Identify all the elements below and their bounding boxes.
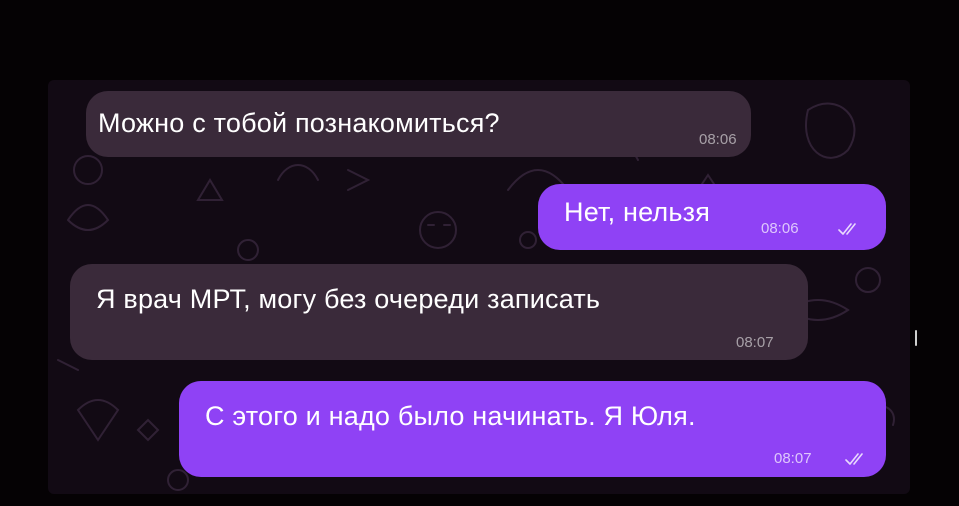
message-text: Я врач МРТ, могу без очереди записать (96, 284, 601, 314)
message-text: Можно с тобой познакомиться? (98, 108, 500, 138)
message-bubble-outgoing[interactable]: Нет, нельзя 08:06 (538, 184, 886, 250)
message-time: 08:07 (774, 450, 812, 467)
message-time: 08:06 (761, 220, 799, 237)
message-text: С этого и надо было начинать. Я Юля. (205, 401, 696, 431)
chat-area[interactable]: Можно с тобой познакомиться? 08:06 Нет, … (48, 80, 910, 494)
message-bubble-outgoing[interactable]: С этого и надо было начинать. Я Юля. 08:… (179, 381, 886, 477)
message-bubble-incoming[interactable]: Я врач МРТ, могу без очереди записать 08… (70, 264, 808, 360)
message-text: Нет, нельзя (564, 197, 711, 227)
message-time: 08:07 (736, 334, 774, 351)
double-check-icon (845, 453, 863, 465)
double-check-icon (838, 223, 856, 235)
scrollbar[interactable] (915, 330, 917, 346)
message-time: 08:06 (699, 131, 737, 148)
message-bubble-incoming[interactable]: Можно с тобой познакомиться? 08:06 (86, 91, 751, 157)
